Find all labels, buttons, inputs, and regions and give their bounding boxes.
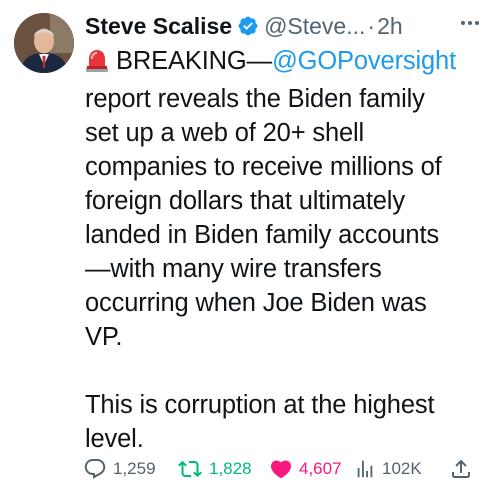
mention-link[interactable]: @GOPoversight xyxy=(272,47,456,75)
tweet-line: landed in Biden family accounts xyxy=(85,221,439,249)
views-button[interactable]: 102K xyxy=(354,455,422,483)
repost-count: 1,828 xyxy=(209,459,252,478)
tweet-line: VP. xyxy=(85,323,123,351)
reply-icon xyxy=(84,459,106,479)
tweet-line: This is corruption at the highest xyxy=(85,391,435,419)
profile-photo-icon xyxy=(14,13,74,73)
analytics-icon xyxy=(357,460,373,478)
author-handle[interactable]: @Steve... xyxy=(264,10,365,42)
like-count: 4,607 xyxy=(299,459,342,478)
like-button[interactable]: 4,607 xyxy=(269,455,342,483)
breaking-label: BREAKING— xyxy=(116,47,272,75)
reply-count: 1,259 xyxy=(113,459,156,478)
tweet-line: companies to receive millions of xyxy=(85,153,442,181)
tweet-header: Steve Scalise @Steve... · 2h xyxy=(85,10,475,42)
tweet-line: foreign dollars that ultimately xyxy=(85,187,405,215)
timestamp[interactable]: 2h xyxy=(377,10,403,42)
verified-badge-icon[interactable] xyxy=(237,15,259,37)
tweet: Steve Scalise @Steve... · 2h BREAKING—@G… xyxy=(0,0,485,500)
repost-icon xyxy=(178,460,202,478)
share-icon xyxy=(452,459,470,478)
author-name[interactable]: Steve Scalise xyxy=(85,10,232,42)
tweet-line: occurring when Joe Biden was xyxy=(85,289,427,317)
avatar[interactable] xyxy=(14,13,74,73)
reply-button[interactable]: 1,259 xyxy=(83,455,156,483)
paragraph-break xyxy=(85,354,477,388)
share-button[interactable] xyxy=(449,455,479,483)
tweet-line: report reveals the Biden family xyxy=(85,85,425,113)
repost-button[interactable]: 1,828 xyxy=(177,455,252,483)
tweet-line: set up a web of 20+ shell xyxy=(85,119,365,147)
heart-icon xyxy=(270,460,292,479)
action-bar: 1,259 1,828 4,607 102K xyxy=(83,455,475,483)
tweet-line-1: BREAKING—@GOPoversight xyxy=(85,44,477,82)
tweet-line: level. xyxy=(85,425,144,453)
separator-dot: · xyxy=(367,13,376,39)
tweet-text: BREAKING—@GOPoversight report reveals th… xyxy=(85,44,477,456)
police-light-emoji-icon xyxy=(85,47,109,82)
view-count: 102K xyxy=(382,459,422,478)
tweet-line: —with many wire transfers xyxy=(85,255,382,283)
more-options-icon[interactable] xyxy=(459,12,481,39)
